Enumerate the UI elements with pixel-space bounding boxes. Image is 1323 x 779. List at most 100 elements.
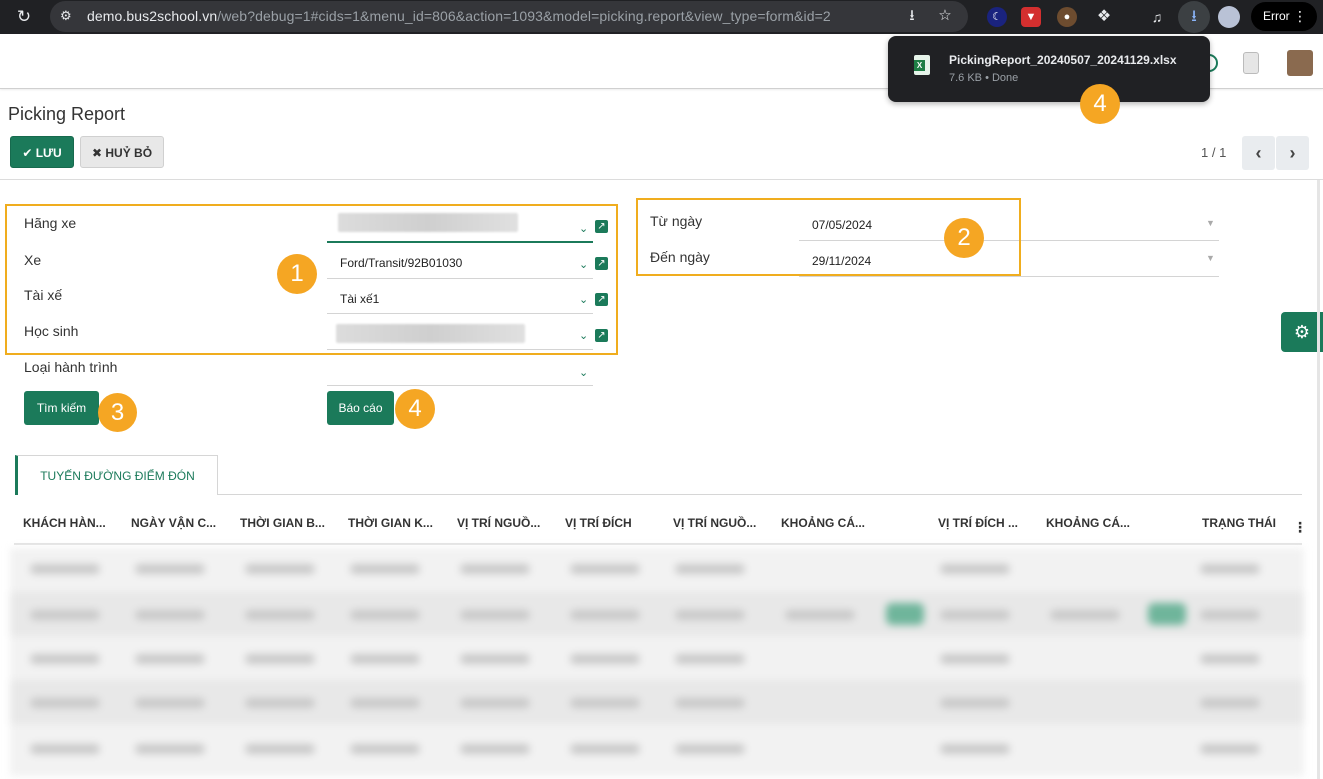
blurred-cell [1200, 654, 1260, 664]
url-path: /web?debug=1#cids=1&menu_id=806&action=1… [217, 8, 831, 24]
divider [0, 179, 1323, 180]
pager-previous-button[interactable]: ‹ [1242, 136, 1275, 170]
blurred-cell [350, 564, 420, 574]
column-header[interactable]: KHÁCH HÀN... [23, 516, 106, 530]
column-header[interactable]: VỊ TRÍ NGUỒ... [673, 516, 756, 530]
install-app-icon[interactable]: ⭳ [903, 7, 921, 25]
check-icon: ✔ [22, 146, 36, 160]
loai-hanh-trinh-label: Loại hành trình [24, 359, 118, 375]
error-label: Error [1263, 9, 1290, 23]
blurred-cell [570, 744, 640, 754]
column-header[interactable]: VỊ TRÍ ĐÍCH ... [938, 516, 1018, 530]
blurred-cell [350, 654, 420, 664]
extension-shield-icon[interactable]: ▼ [1021, 7, 1041, 27]
blurred-cell [785, 610, 855, 620]
save-button[interactable]: ✔ LƯU [10, 136, 74, 168]
page-title: Picking Report [8, 104, 126, 124]
loai-hanh-trinh-dropdown-icon[interactable]: ⌄ [579, 366, 588, 379]
blurred-cell [135, 564, 205, 574]
site-info-icon[interactable]: ⚙ [60, 8, 76, 24]
bookmark-star-icon[interactable]: ☆ [936, 7, 954, 25]
blurred-cell [135, 744, 205, 754]
device-icon[interactable] [1243, 52, 1259, 74]
excel-file-icon [914, 55, 930, 75]
annotation-badge-4: 4 [395, 389, 435, 429]
address-bar[interactable]: ⚙ demo.bus2school.vn/web?debug=1#cids=1&… [50, 1, 968, 32]
blurred-badge [1148, 603, 1186, 625]
media-queue-icon[interactable]: ♫ [1147, 7, 1167, 27]
column-header[interactable]: VỊ TRÍ ĐÍCH [565, 516, 632, 530]
extensions-puzzle-icon[interactable]: ❖ [1094, 7, 1114, 27]
user-avatar[interactable] [1287, 50, 1313, 76]
download-bubble[interactable]: PickingReport_20240507_20241129.xlsx 7.6… [888, 36, 1210, 102]
blurred-cell [1200, 564, 1260, 574]
blurred-cell [1050, 610, 1120, 620]
blurred-cell [940, 610, 1010, 620]
blurred-cell [460, 564, 530, 574]
blurred-cell [940, 744, 1010, 754]
blurred-cell [30, 564, 100, 574]
blurred-cell [1200, 610, 1260, 620]
blurred-cell [940, 564, 1010, 574]
tab-tuyen-duong-diem-don[interactable]: TUYẾN ĐƯỜNG ĐIỂM ĐÓN [15, 455, 218, 495]
column-header[interactable]: TRẠNG THÁI [1202, 516, 1276, 530]
url-host: demo.bus2school.vn [87, 8, 218, 24]
column-options-icon[interactable]: ⋮ [1293, 519, 1307, 536]
annotation-badge-4-download: 4 [1080, 84, 1120, 124]
close-icon: ✖ [91, 146, 106, 160]
tu-ngay-dropdown-icon[interactable]: ▼ [1206, 218, 1215, 228]
den-ngay-dropdown-icon[interactable]: ▼ [1206, 253, 1215, 263]
blurred-cell [675, 610, 745, 620]
column-header[interactable]: KHOẢNG CÁ... [781, 516, 865, 530]
save-label: LƯU [35, 146, 62, 160]
blurred-cell [460, 654, 530, 664]
error-chip[interactable]: Error ⋮ [1251, 2, 1317, 31]
column-header[interactable]: THỜI GIAN K... [348, 516, 433, 530]
blurred-cell [245, 564, 315, 574]
blurred-cell [350, 698, 420, 708]
blurred-cell [245, 698, 315, 708]
downloads-icon[interactable]: ⭳ [1178, 1, 1210, 33]
annotation-badge-2: 2 [944, 218, 984, 258]
pager-value[interactable]: 1 / 1 [1201, 145, 1226, 160]
blurred-cell [135, 654, 205, 664]
url-text[interactable]: demo.bus2school.vn/web?debug=1#cids=1&me… [87, 8, 831, 24]
reload-icon[interactable]: ↻ [14, 7, 34, 27]
blurred-cell [245, 744, 315, 754]
profile-avatar[interactable] [1218, 6, 1240, 28]
blurred-cell [460, 610, 530, 620]
pager-next-button[interactable]: › [1276, 136, 1309, 170]
column-header[interactable]: KHOẢNG CÁ... [1046, 516, 1130, 530]
blurred-cell [135, 610, 205, 620]
blurred-cell [245, 654, 315, 664]
download-filename[interactable]: PickingReport_20240507_20241129.xlsx [949, 53, 1177, 67]
blurred-cell [675, 654, 745, 664]
blurred-cell [30, 654, 100, 664]
search-button[interactable]: Tìm kiếm [24, 391, 99, 425]
cancel-label: HUỶ BỎ [105, 146, 153, 160]
tab-divider [218, 494, 1302, 495]
column-header[interactable]: NGÀY VẬN C... [131, 516, 216, 530]
scrollbar[interactable] [1317, 180, 1320, 779]
loai-hanh-trinh-field[interactable] [327, 385, 593, 386]
report-button[interactable]: Báo cáo [327, 391, 394, 425]
column-header[interactable]: VỊ TRÍ NGUỒ... [457, 516, 540, 530]
blurred-cell [30, 610, 100, 620]
column-header[interactable]: THỜI GIAN B... [240, 516, 325, 530]
table-body-blurred [10, 548, 1304, 776]
annotation-badge-3: 3 [98, 393, 137, 432]
blurred-cell [460, 744, 530, 754]
blurred-cell [675, 744, 745, 754]
den-ngay-field[interactable] [799, 276, 1219, 277]
cancel-button[interactable]: ✖ HUỶ BỎ [80, 136, 164, 168]
download-status: 7.6 KB • Done [949, 72, 1019, 84]
blurred-cell [570, 654, 640, 664]
extension-cookie-icon[interactable]: ● [1057, 7, 1077, 27]
blurred-cell [350, 744, 420, 754]
blurred-cell [30, 698, 100, 708]
blurred-cell [675, 564, 745, 574]
extension-moon-icon[interactable]: ☾ [987, 7, 1007, 27]
blurred-cell [675, 698, 745, 708]
more-menu-icon[interactable]: ⋮ [1293, 2, 1307, 31]
blurred-cell [1200, 698, 1260, 708]
